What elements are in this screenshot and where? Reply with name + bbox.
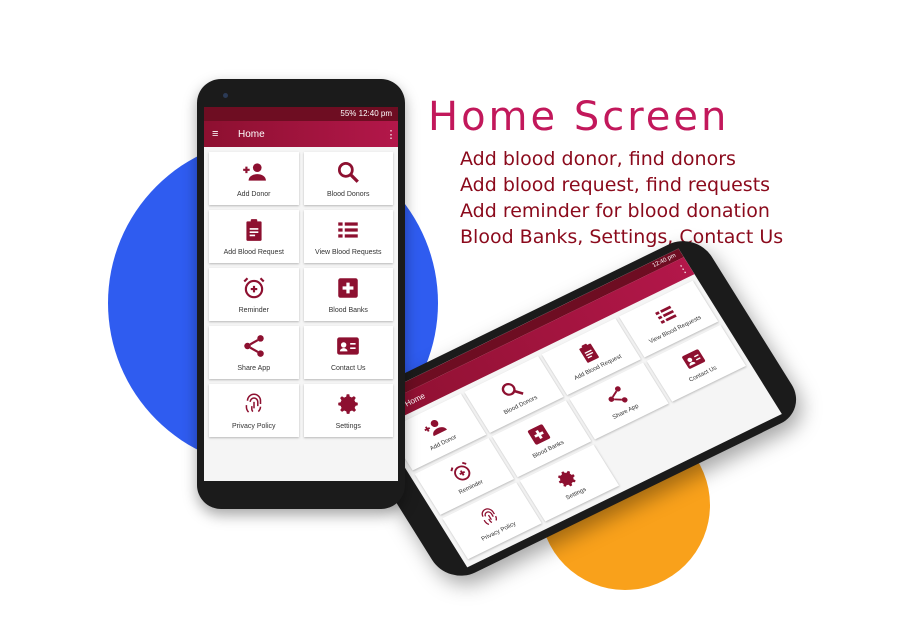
share-icon: [241, 333, 267, 359]
camera-icon: [223, 93, 228, 98]
tile-label: Reminder: [238, 307, 269, 314]
search-icon: [335, 159, 361, 185]
feature-item: Blood Banks, Settings, Contact Us: [460, 226, 784, 248]
tile-settings[interactable]: Settings: [303, 384, 393, 437]
tile-label: Add Blood Request: [223, 249, 284, 256]
add-person-icon: [241, 159, 267, 185]
menu-icon[interactable]: ≡: [212, 128, 224, 140]
feature-item: Add reminder for blood donation: [460, 200, 770, 222]
tile-share-app[interactable]: Share App: [209, 326, 299, 379]
tile-blood-donors[interactable]: Blood Donors: [303, 152, 393, 205]
main-phone: 55% 12:40 pm ≡ Home ⋮ Add Donor Blood Don…: [197, 79, 405, 509]
clipboard-icon: [241, 217, 267, 243]
gear-icon: [335, 391, 361, 417]
tile-label: Blood Banks: [328, 307, 368, 314]
feature-list: Add blood donor, find donors Add blood r…: [460, 146, 783, 250]
home-grid: Add Donor Blood Donors Add Blood Request Vi…: [204, 147, 398, 442]
alarm-icon: [241, 275, 267, 301]
main-phone-screen: 55% 12:40 pm ≡ Home ⋮ Add Donor Blood Don…: [204, 107, 398, 481]
tile-label: View Blood Requests: [315, 249, 382, 256]
feature-item: Add blood request, find requests: [460, 174, 771, 196]
tile-reminder[interactable]: Reminder: [209, 268, 299, 321]
tile-blood-banks[interactable]: Blood Banks: [303, 268, 393, 321]
tile-add-blood-request[interactable]: Add Blood Request: [209, 210, 299, 263]
list-icon: [335, 217, 361, 243]
feature-item: Add blood donor, find donors: [460, 148, 736, 170]
tile-label: Add Donor: [237, 191, 271, 198]
overflow-menu-icon[interactable]: ⋮: [384, 128, 398, 141]
app-bar: ≡ Home ⋮: [204, 121, 398, 147]
fingerprint-icon: [241, 391, 267, 417]
headline: Home Screen: [428, 94, 730, 140]
tile-add-donor[interactable]: Add Donor: [209, 152, 299, 205]
status-bar: 55% 12:40 pm: [204, 107, 398, 121]
tile-label: Privacy Policy: [231, 423, 276, 430]
tile-label: Share App: [237, 365, 271, 372]
tile-view-blood-requests[interactable]: View Blood Requests: [303, 210, 393, 263]
app-bar-title: Home: [238, 128, 265, 140]
medical-cross-icon: [335, 275, 361, 301]
tile-label: Settings: [335, 423, 361, 430]
contact-card-icon: [335, 333, 361, 359]
tile-label: Contact Us: [330, 365, 366, 372]
tile-contact-us[interactable]: Contact Us: [303, 326, 393, 379]
tile-privacy-policy[interactable]: Privacy Policy: [209, 384, 299, 437]
tile-label: Blood Donors: [327, 191, 370, 198]
